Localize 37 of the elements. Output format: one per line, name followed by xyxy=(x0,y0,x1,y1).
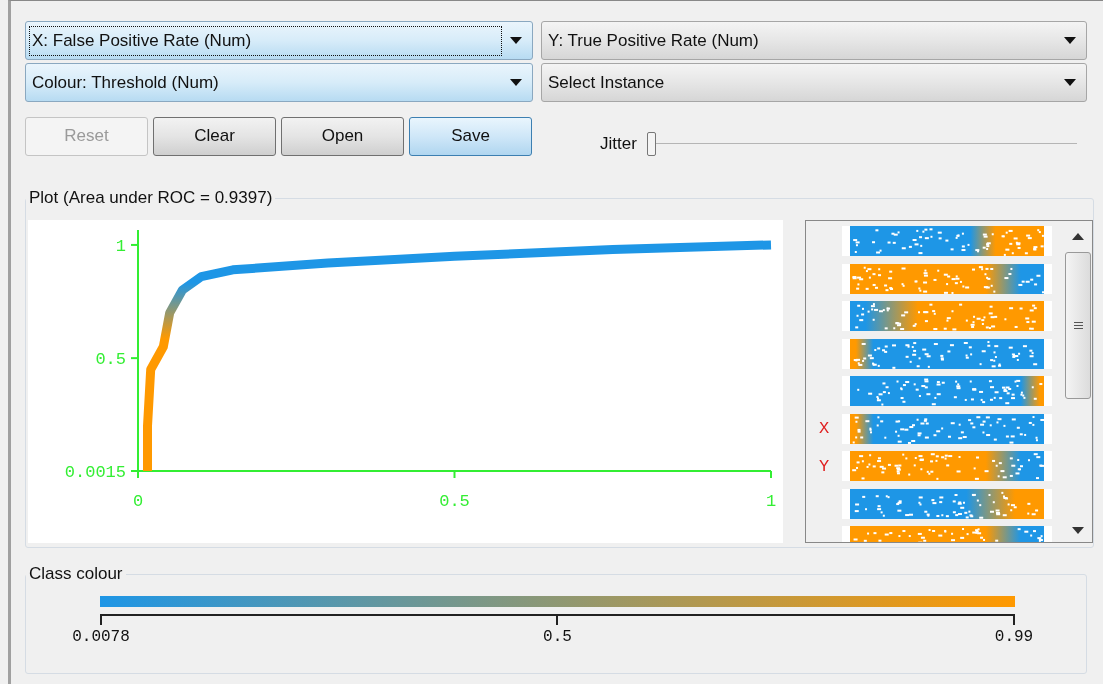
action-button[interactable]: Clear xyxy=(153,116,276,156)
caret-icon xyxy=(510,79,522,86)
y-tick-label: 0.0015 xyxy=(64,463,126,482)
attribute-strip[interactable] xyxy=(842,263,1052,294)
scroll-down-icon[interactable] xyxy=(1072,527,1084,534)
scale-label: 0.5 xyxy=(542,628,573,646)
attribute-dropdown[interactable]: Colour: Threshold (Num) xyxy=(25,63,533,102)
attribute-strip[interactable] xyxy=(842,488,1052,519)
attribute-dropdown[interactable]: Y: True Positive Rate (Num) xyxy=(541,21,1087,60)
attribute-dropdown[interactable]: Select Instance xyxy=(541,63,1087,102)
caret-icon xyxy=(510,37,522,44)
scale-label: 0.0078 xyxy=(71,628,131,646)
group-title: Plot (Area under ROC = 0.9397) xyxy=(28,188,274,208)
attribute-strip[interactable] xyxy=(842,301,1052,331)
x-tick-label: 1 xyxy=(765,492,777,511)
caret-icon xyxy=(1064,79,1076,86)
y-tick-label: 0.5 xyxy=(95,350,126,370)
scroll-thumb[interactable] xyxy=(1065,252,1091,399)
attribute-strip[interactable] xyxy=(842,376,1052,406)
caret-icon xyxy=(1064,37,1076,44)
attribute-strip[interactable] xyxy=(842,451,1052,481)
action-button[interactable]: Save xyxy=(409,116,532,156)
attribute-strip[interactable] xyxy=(842,338,1052,369)
x-tick-label: 0.5 xyxy=(439,492,470,511)
x-tick-label: 0 xyxy=(132,492,144,511)
action-button[interactable]: Open xyxy=(281,116,404,156)
attribute-dropdown[interactable]: X: False Positive Rate (Num) xyxy=(25,21,533,60)
axis-marker: X xyxy=(818,419,830,438)
scale-label: 0.99 xyxy=(993,628,1035,646)
jitter-label: Jitter xyxy=(600,134,637,154)
attribute-strip[interactable] xyxy=(842,413,1052,444)
y-tick-label: 1 xyxy=(115,236,126,256)
group-title: Class colour xyxy=(28,564,124,584)
attribute-strip[interactable] xyxy=(842,226,1052,256)
axis-marker: Y xyxy=(818,456,830,476)
slider-thumb[interactable] xyxy=(646,132,656,156)
scroll-up-icon[interactable] xyxy=(1072,233,1084,240)
